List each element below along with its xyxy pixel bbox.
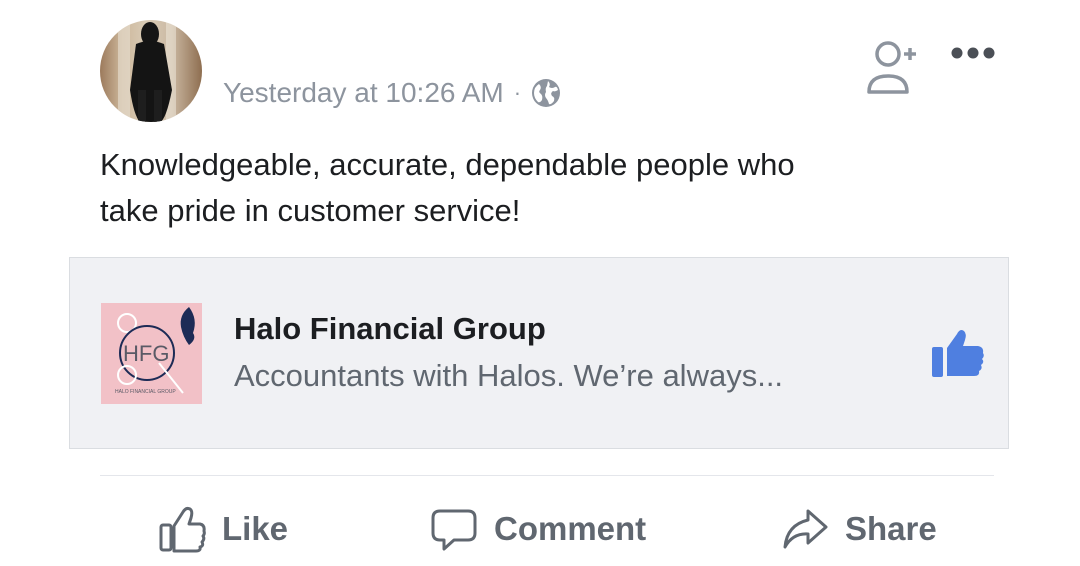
comment-label: Comment bbox=[494, 510, 647, 547]
more-options-icon[interactable] bbox=[950, 38, 996, 68]
page-logo[interactable]: HFG HALO FINANCIAL GROUP bbox=[101, 303, 202, 404]
share-label: Share bbox=[845, 510, 937, 547]
post-timestamp[interactable]: Yesterday at 10:26 AM bbox=[223, 77, 504, 109]
add-friend-icon[interactable] bbox=[862, 40, 920, 96]
page-description: Accountants with Halos. We’re always... bbox=[234, 358, 784, 393]
post-message-line-1: Knowledgeable, accurate, dependable peop… bbox=[100, 147, 795, 182]
avatar-photo bbox=[118, 20, 176, 122]
action-bar-divider bbox=[100, 475, 994, 476]
page-logo-text: HFG bbox=[123, 341, 170, 366]
comment-icon bbox=[431, 509, 477, 551]
like-label: Like bbox=[222, 510, 289, 547]
like-icon bbox=[159, 506, 206, 553]
meta-separator: · bbox=[513, 80, 522, 105]
share-button[interactable]: Share bbox=[781, 500, 937, 558]
post-message: Knowledgeable, accurate, dependable peop… bbox=[100, 142, 1000, 234]
post-meta: Yesterday at 10:26 AM · bbox=[223, 74, 561, 112]
comment-button[interactable]: Comment bbox=[430, 500, 646, 558]
like-button[interactable]: Like bbox=[158, 500, 288, 558]
thumbs-up-icon[interactable] bbox=[930, 328, 986, 378]
page-logo-caption: HALO FINANCIAL GROUP bbox=[115, 389, 176, 395]
author-avatar[interactable] bbox=[100, 20, 202, 122]
globe-icon bbox=[531, 78, 561, 108]
page-link-card[interactable]: HFG HALO FINANCIAL GROUP Halo Financial … bbox=[69, 257, 1009, 449]
share-icon bbox=[783, 509, 828, 549]
post-message-line-2: take pride in customer service! bbox=[100, 193, 521, 228]
page-name[interactable]: Halo Financial Group bbox=[234, 311, 546, 347]
